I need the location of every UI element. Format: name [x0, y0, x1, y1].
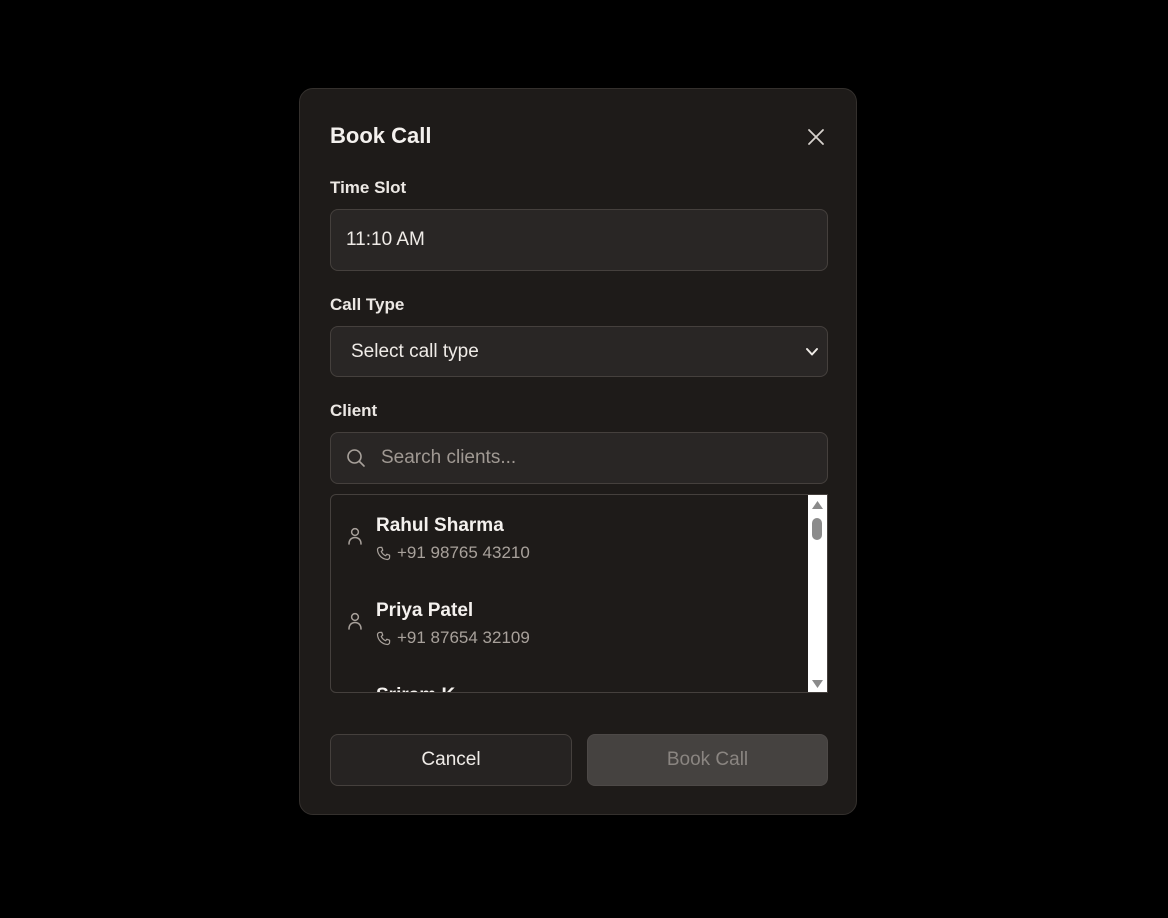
search-icon	[347, 449, 365, 467]
person-icon	[348, 612, 362, 630]
client-list-scrollbar[interactable]	[808, 495, 827, 692]
chevron-down-icon	[806, 347, 818, 355]
phone-icon	[376, 546, 391, 560]
client-name: Rahul Sharma	[376, 515, 504, 536]
call-type-select[interactable]: Select call type	[330, 326, 828, 377]
person-icon	[348, 527, 362, 545]
client-phone-number: +91 98765 43210	[397, 543, 530, 562]
client-name: Sriram K	[376, 685, 455, 692]
client-search-input[interactable]: Search clients...	[330, 432, 828, 484]
close-button[interactable]	[802, 123, 830, 151]
book-call-button[interactable]: Book Call	[587, 734, 828, 786]
scroll-down-arrow-icon[interactable]	[811, 679, 824, 689]
scrollbar-thumb[interactable]	[812, 518, 822, 540]
call-type-selected-value: Select call type	[351, 340, 479, 362]
client-list-item[interactable]: Priya Patel +91 87654 32109	[331, 580, 809, 660]
phone-icon	[376, 631, 391, 645]
client-list-item[interactable]: Sriram K	[331, 665, 809, 692]
client-list[interactable]: Rahul Sharma +91 98765 43210 Priya Patel…	[330, 494, 828, 693]
client-label: Client	[330, 401, 378, 420]
time-slot-label: Time Slot	[330, 178, 407, 197]
time-slot-value: 11:10 AM	[346, 229, 425, 250]
cancel-button[interactable]: Cancel	[330, 734, 572, 786]
client-phone: +91 87654 32109	[376, 628, 530, 648]
close-icon	[808, 129, 824, 145]
search-placeholder: Search clients...	[381, 447, 517, 468]
scroll-up-arrow-icon[interactable]	[811, 500, 824, 510]
client-list-item[interactable]: Rahul Sharma +91 98765 43210	[331, 495, 809, 575]
client-phone-number: +91 87654 32109	[397, 628, 530, 647]
time-slot-field[interactable]: 11:10 AM	[330, 209, 828, 271]
call-type-label: Call Type	[330, 295, 405, 314]
client-phone: +91 98765 43210	[376, 543, 530, 563]
dialog-title: Book Call	[330, 123, 432, 148]
book-call-dialog: Book Call Time Slot 11:10 AM Call Type S…	[299, 88, 857, 815]
client-name: Priya Patel	[376, 600, 474, 621]
